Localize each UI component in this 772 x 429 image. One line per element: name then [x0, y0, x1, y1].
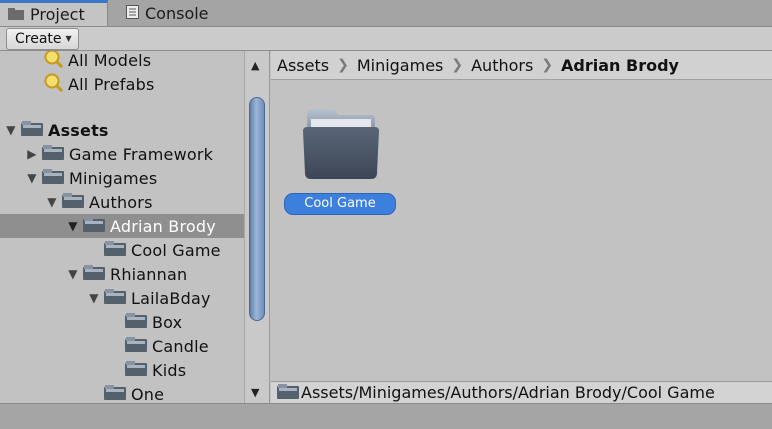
create-button[interactable]: Create ▼ [6, 28, 79, 50]
folder-icon [125, 336, 147, 356]
asset-tile-cool-game[interactable]: Cool Game [285, 101, 395, 216]
folder-icon [62, 192, 84, 212]
tab-bar: Project Console [0, 0, 772, 27]
asset-grid: Cool Game [271, 81, 772, 381]
create-button-label: Create [15, 31, 62, 47]
folder-icon [8, 5, 24, 24]
folder-icon [42, 168, 64, 188]
tree-item-minigames[interactable]: ▼ Minigames [0, 166, 244, 190]
asset-label: Cool Game [285, 194, 395, 214]
dropdown-caret-icon: ▼ [65, 34, 72, 43]
tree-item-rhiannan[interactable]: ▼ Rhiannan [0, 262, 244, 286]
search-icon [42, 51, 64, 72]
breadcrumb-item-minigames[interactable]: Minigames [357, 56, 444, 75]
folder-icon [277, 383, 299, 403]
expand-arrow-icon[interactable]: ▼ [45, 195, 59, 209]
folder-icon [83, 264, 105, 284]
tree-item-label: One [131, 384, 165, 404]
tree-item-game-framework[interactable]: ▶ Game Framework [0, 142, 244, 166]
large-folder-icon [301, 105, 381, 187]
tab-console-label: Console [145, 3, 209, 23]
folder-icon [104, 240, 126, 260]
tree-item-label: Rhiannan [110, 264, 188, 284]
breadcrumb-item-authors[interactable]: Authors [471, 56, 533, 75]
selection-path: Assets/Minigames/Authors/Adrian Brody/Co… [301, 383, 715, 402]
scroll-down-arrow-icon[interactable]: ▼ [251, 386, 259, 399]
folder-icon [21, 120, 43, 140]
folder-icon [104, 384, 126, 403]
tree-item-label: Adrian Brody [110, 216, 216, 236]
scrollbar-thumb[interactable] [249, 97, 265, 321]
tree-item-label: Box [152, 312, 183, 332]
breadcrumb: Assets ❯ Minigames ❯ Authors ❯ Adrian Br… [271, 51, 772, 80]
bottom-panel-edge [0, 403, 772, 429]
tree-item-assets[interactable]: ▼ Assets [0, 118, 244, 142]
tree-item-authors[interactable]: ▼ Authors [0, 190, 244, 214]
tree-item-box[interactable]: Box [0, 310, 244, 334]
tab-console[interactable]: Console [118, 0, 228, 26]
tree-item-label: Authors [89, 192, 153, 212]
chevron-right-icon: ❯ [451, 57, 464, 73]
tree-scrollbar[interactable]: ▲ ▼ [244, 51, 270, 403]
tree-item-label: Minigames [69, 168, 158, 188]
tree-item-label: LailaBday [131, 288, 211, 308]
folder-icon [125, 360, 147, 380]
expand-arrow-icon[interactable]: ▼ [66, 267, 80, 281]
project-toolbar: Create ▼ [0, 27, 772, 51]
folder-icon [104, 288, 126, 308]
expand-arrow-icon[interactable]: ▼ [25, 171, 39, 185]
tree-item-label: Candle [152, 336, 209, 356]
tree-item-lailabday[interactable]: ▼ LailaBday [0, 286, 244, 310]
favorite-item-all-models[interactable]: All Models [0, 51, 244, 72]
expand-arrow-icon[interactable]: ▼ [4, 123, 18, 137]
breadcrumb-item-assets[interactable]: Assets [277, 56, 329, 75]
search-icon [42, 72, 64, 96]
expand-arrow-icon[interactable]: ▼ [87, 291, 101, 305]
tree-item-cool-game[interactable]: Cool Game [0, 238, 244, 262]
folder-tree: All Models All Prefabs ▼ Assets ▶ Game F… [0, 51, 244, 403]
collapsed-arrow-icon[interactable]: ▶ [25, 147, 39, 161]
favorite-label: All Models [68, 51, 152, 70]
console-icon [126, 4, 139, 23]
folder-icon [42, 144, 64, 164]
chevron-right-icon: ❯ [541, 57, 554, 73]
favorite-item-all-prefabs[interactable]: All Prefabs [0, 72, 244, 96]
tree-item-label: Game Framework [69, 144, 214, 164]
tree-item-label: Cool Game [131, 240, 221, 260]
tree-item-adrian-brody[interactable]: ▼ Adrian Brody [0, 214, 244, 238]
tree-item-one[interactable]: One [0, 382, 244, 403]
tab-project-label: Project [30, 5, 85, 24]
tree-item-kids[interactable]: Kids [0, 358, 244, 382]
tree-item-label: Kids [152, 360, 187, 380]
folder-icon [125, 312, 147, 332]
selection-path-bar: Assets/Minigames/Authors/Adrian Brody/Co… [271, 381, 772, 403]
breadcrumb-item-current[interactable]: Adrian Brody [561, 56, 679, 75]
folder-icon [83, 216, 105, 236]
favorite-label: All Prefabs [68, 74, 155, 94]
tab-project[interactable]: Project [0, 0, 108, 26]
tree-item-label: Assets [48, 120, 109, 140]
chevron-right-icon: ❯ [337, 57, 349, 73]
scroll-up-arrow-icon[interactable]: ▲ [251, 59, 259, 72]
expand-arrow-icon[interactable]: ▼ [66, 219, 80, 233]
tree-item-candle[interactable]: Candle [0, 334, 244, 358]
